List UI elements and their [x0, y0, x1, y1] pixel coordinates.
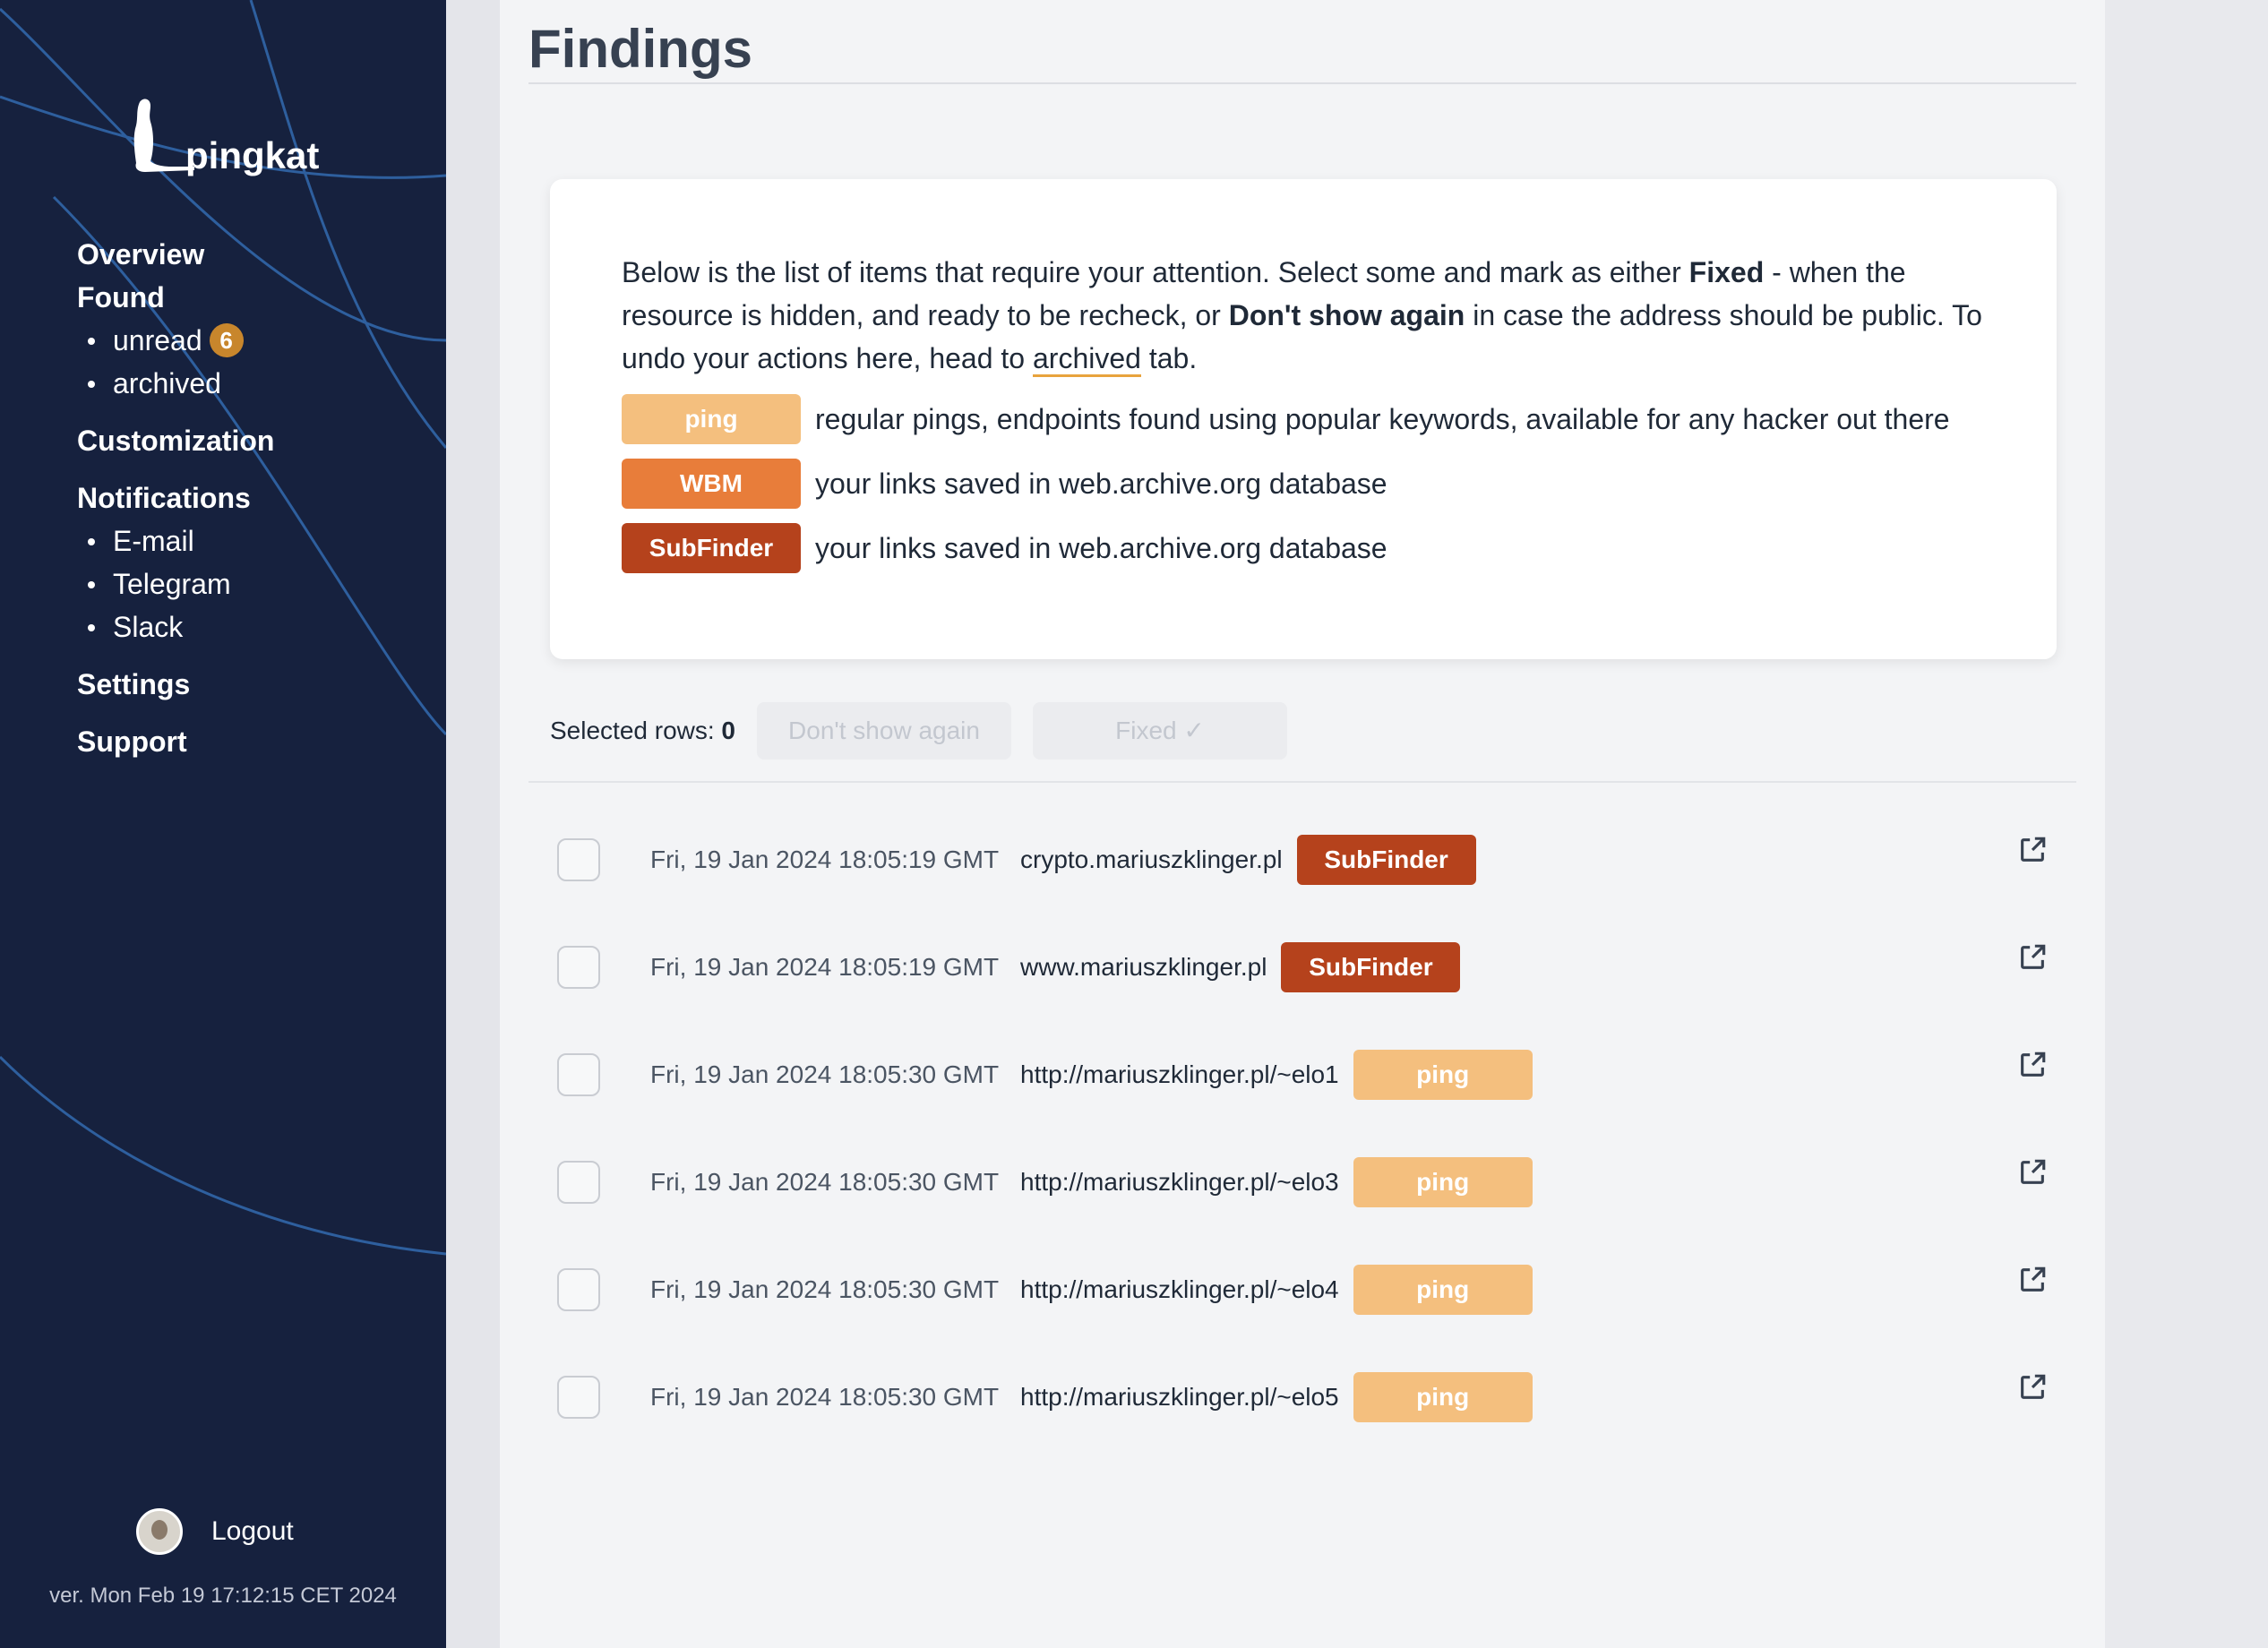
nav-settings[interactable]: Settings	[77, 663, 274, 706]
fixed-button[interactable]: Fixed ✓	[1033, 702, 1287, 760]
legend-description: regular pings, endpoints found using pop…	[815, 402, 1950, 435]
selected-rows-text: Selected rows:	[550, 717, 715, 744]
nav-slack[interactable]: Slack	[77, 605, 274, 648]
selected-rows-count: 0	[721, 717, 735, 744]
row-checkbox[interactable]	[557, 1053, 600, 1096]
row-checkbox[interactable]	[557, 1268, 600, 1311]
subfinder-tag: SubFinder	[1281, 942, 1461, 992]
info-card: Below is the list of items that require …	[550, 179, 2057, 659]
ping-tag: ping	[1353, 1157, 1533, 1207]
finding-date: Fri, 19 Jan 2024 18:05:30 GMT	[650, 1383, 1000, 1411]
wbm-tag: WBM	[622, 459, 801, 509]
brand-name: pingkat	[185, 134, 320, 176]
finding-url-group: www.mariuszklinger.pl SubFinder	[1020, 942, 1461, 992]
right-margin	[2105, 0, 2268, 1648]
legend-description: your links saved in web.archive.org data…	[815, 531, 1387, 564]
notifications-submenu: E-mail Telegram Slack	[77, 519, 274, 648]
sidebar: pingkat Overview Found unread 6 archived …	[0, 0, 446, 1648]
row-checkbox[interactable]	[557, 838, 600, 881]
legend-row-ping: ping regular pings, endpoints found usin…	[622, 394, 1950, 444]
unread-count-badge: 6	[209, 323, 244, 357]
page-title: Findings	[528, 19, 752, 79]
nav-found[interactable]: Found	[77, 276, 274, 319]
nav-notifications[interactable]: Notifications	[77, 476, 274, 519]
external-link-icon[interactable]	[2017, 835, 2048, 865]
nav-archived[interactable]: archived	[77, 362, 274, 405]
finding-row: Fri, 19 Jan 2024 18:05:19 GMT crypto.mari…	[500, 824, 2105, 896]
info-text-part: tab.	[1140, 342, 1198, 374]
sidebar-nav: Overview Found unread 6 archived Customiz…	[77, 233, 274, 763]
finding-url-group: http://mariuszklinger.pl/~elo3 ping	[1020, 1157, 1533, 1207]
ping-tag: ping	[622, 394, 801, 444]
selected-rows-label: Selected rows: 0	[550, 717, 735, 745]
finding-date: Fri, 19 Jan 2024 18:05:30 GMT	[650, 1275, 1000, 1303]
main-content: Findings Below is the list of items that…	[500, 0, 2105, 1648]
external-link-icon[interactable]	[2017, 1050, 2048, 1080]
ping-tag: ping	[1353, 1050, 1533, 1100]
dont-show-again-button[interactable]: Don't show again	[757, 702, 1011, 760]
nav-unread-label: unread	[113, 324, 202, 356]
legend-description: your links saved in web.archive.org data…	[815, 467, 1387, 500]
finding-date: Fri, 19 Jan 2024 18:05:30 GMT	[650, 1168, 1000, 1196]
found-submenu: unread 6 archived	[77, 319, 274, 405]
finding-url-group: http://mariuszklinger.pl/~elo1 ping	[1020, 1050, 1533, 1100]
finding-url[interactable]: http://mariuszklinger.pl/~elo5	[1020, 1383, 1339, 1412]
meerkat-logo-icon	[133, 99, 194, 172]
finding-date: Fri, 19 Jan 2024 18:05:30 GMT	[650, 1060, 1000, 1088]
finding-row: Fri, 19 Jan 2024 18:05:30 GMT http://mari…	[500, 1146, 2105, 1218]
legend-row-wbm: WBM your links saved in web.archive.org …	[622, 459, 1387, 509]
selection-toolbar: Selected rows: 0 Don't show again Fixed …	[550, 702, 1287, 760]
ping-tag: ping	[1353, 1372, 1533, 1422]
external-link-icon[interactable]	[2017, 1157, 2048, 1188]
nav-customization[interactable]: Customization	[77, 419, 274, 462]
finding-url[interactable]: crypto.mariuszklinger.pl	[1020, 845, 1283, 874]
logout-button[interactable]: Logout	[136, 1508, 294, 1555]
finding-url-group: http://mariuszklinger.pl/~elo5 ping	[1020, 1372, 1533, 1422]
subfinder-tag: SubFinder	[622, 523, 801, 573]
subfinder-tag: SubFinder	[1296, 835, 1476, 885]
finding-url[interactable]: http://mariuszklinger.pl/~elo1	[1020, 1060, 1339, 1089]
archived-link[interactable]: archived	[1032, 342, 1141, 377]
logout-label: Logout	[211, 1516, 294, 1546]
finding-row: Fri, 19 Jan 2024 18:05:30 GMT http://mari…	[500, 1254, 2105, 1326]
finding-date: Fri, 19 Jan 2024 18:05:19 GMT	[650, 845, 1000, 873]
info-dont-show-keyword: Don't show again	[1228, 299, 1465, 331]
external-link-icon[interactable]	[2017, 942, 2048, 973]
ping-tag: ping	[1353, 1265, 1533, 1315]
legend-row-subfinder: SubFinder your links saved in web.archiv…	[622, 523, 1387, 573]
nav-support[interactable]: Support	[77, 720, 274, 763]
finding-date: Fri, 19 Jan 2024 18:05:19 GMT	[650, 953, 1000, 981]
nav-unread[interactable]: unread 6	[77, 319, 274, 362]
avatar	[136, 1508, 183, 1555]
row-checkbox[interactable]	[557, 946, 600, 989]
finding-url[interactable]: http://mariuszklinger.pl/~elo3	[1020, 1168, 1339, 1197]
nav-email[interactable]: E-mail	[77, 519, 274, 562]
info-text-part: Below is the list of items that require …	[622, 256, 1689, 288]
row-checkbox[interactable]	[557, 1376, 600, 1419]
row-checkbox[interactable]	[557, 1161, 600, 1204]
nav-overview[interactable]: Overview	[77, 233, 274, 276]
version-info: ver. Mon Feb 19 17:12:15 CET 2024	[49, 1584, 397, 1608]
logo[interactable]: pingkat	[127, 97, 319, 176]
finding-url-group: crypto.mariuszklinger.pl SubFinder	[1020, 835, 1476, 885]
finding-row: Fri, 19 Jan 2024 18:05:19 GMT www.mariusz…	[500, 931, 2105, 1003]
external-link-icon[interactable]	[2017, 1265, 2048, 1295]
info-text: Below is the list of items that require …	[622, 251, 2019, 380]
finding-row: Fri, 19 Jan 2024 18:05:30 GMT http://mari…	[500, 1039, 2105, 1111]
nav-telegram[interactable]: Telegram	[77, 562, 274, 605]
info-fixed-keyword: Fixed	[1688, 256, 1765, 288]
finding-url[interactable]: www.mariuszklinger.pl	[1020, 953, 1267, 982]
title-divider	[528, 82, 2076, 84]
finding-url-group: http://mariuszklinger.pl/~elo4 ping	[1020, 1265, 1533, 1315]
finding-url[interactable]: http://mariuszklinger.pl/~elo4	[1020, 1275, 1339, 1304]
external-link-icon[interactable]	[2017, 1372, 2048, 1403]
finding-row: Fri, 19 Jan 2024 18:05:30 GMT http://mari…	[500, 1361, 2105, 1433]
list-divider	[528, 781, 2076, 783]
gutter	[446, 0, 500, 1648]
